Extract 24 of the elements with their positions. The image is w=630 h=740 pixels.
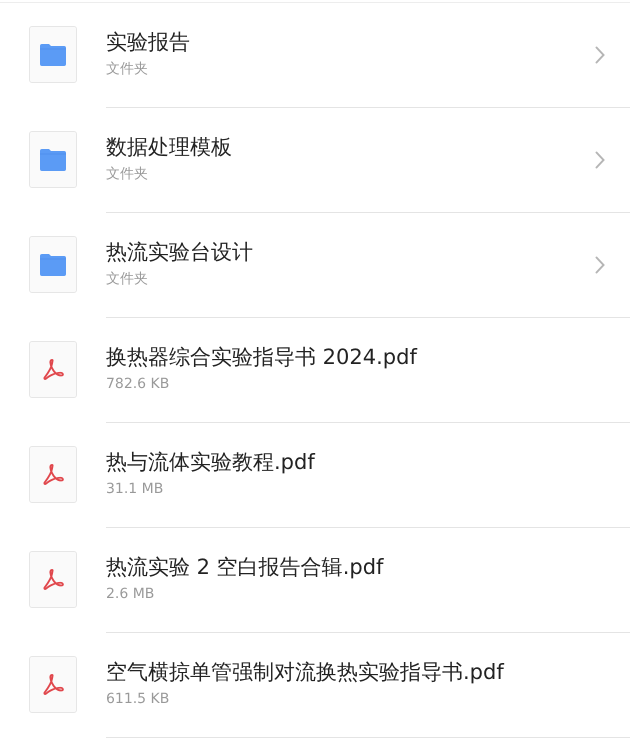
pdf-icon [42,358,64,382]
file-detail: 611.5 KB [106,690,170,708]
file-detail: 2.6 MB [106,584,156,604]
file-name[interactable]: 换热器综合实验指导书 2024.pdf [106,342,605,370]
file-name[interactable]: 热流实验台设计 [106,238,595,266]
chevron-right-icon[interactable] [595,256,605,274]
file-detail: 文件夹 [106,164,149,184]
pdf-icon [42,672,64,696]
chevron-right-icon[interactable] [595,151,605,169]
pdf-icon [42,568,64,592]
folder-icon [39,42,67,66]
file-detail: 文件夹 [106,270,149,288]
file-name[interactable]: 实验报告 [106,28,595,56]
file-detail: 782.6 KB [106,374,170,394]
folder-icon [39,252,67,276]
pdf-icon [42,462,64,486]
file-name[interactable]: 数据处理模板 [106,132,595,160]
folder-icon [39,148,67,172]
file-name[interactable]: 热与流体实验教程.pdf [106,448,605,476]
file-name[interactable]: 空气横掠单管强制对流换热实验指导书.pdf [106,658,605,686]
file-detail: 31.1 MB [106,480,164,498]
file-detail: 文件夹 [106,60,149,78]
file-name[interactable]: 热流实验 2 空白报告合辑.pdf [106,552,605,580]
chevron-right-icon[interactable] [595,46,605,64]
